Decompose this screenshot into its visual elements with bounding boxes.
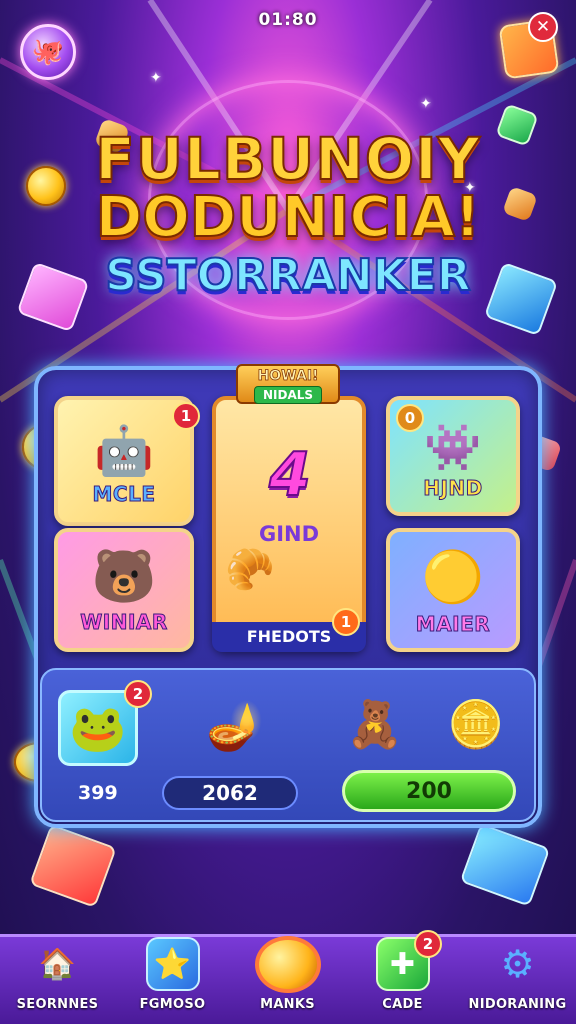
card-badge: 0	[396, 404, 424, 432]
gear-icon: ⚙	[500, 942, 535, 986]
nav-item-shop[interactable]: ⭐ FGMOSO	[115, 936, 230, 1024]
shop-icon: ⭐	[145, 937, 200, 991]
center-number: 4	[268, 439, 312, 511]
title-line-1: FULBUNOIY	[94, 125, 481, 193]
title-line-3: SSTORRANKER	[104, 250, 472, 301]
nav-badge: 2	[414, 930, 442, 958]
nav-item-home[interactable]: 🏠 SEORNNES	[0, 936, 115, 1024]
middle-value-pill[interactable]: 2062	[162, 776, 298, 810]
left-value: 399	[78, 782, 118, 804]
nav-label: SEORNNES	[16, 997, 99, 1012]
center-banner-title: HOWAI!	[257, 368, 319, 385]
sparkle-icon: ✦	[150, 70, 162, 86]
card-label: MCLE	[92, 482, 156, 507]
nav-label: CADE	[382, 997, 423, 1012]
sparkle-icon: ✦	[420, 96, 432, 112]
nav-label: FGMOSO	[139, 997, 206, 1012]
card-label: WINIAR	[80, 610, 168, 635]
nav-label: MANKS	[260, 997, 315, 1012]
blob-icon: 🟡	[421, 548, 485, 606]
card-winiar[interactable]: 🐻 WINIAR	[54, 528, 194, 652]
bear-toy-icon[interactable]: 🧸	[330, 682, 420, 766]
gem-icon	[29, 823, 117, 909]
card-label: HJND	[423, 476, 483, 501]
nav-item-settings[interactable]: ⚙ NIDORANING	[460, 936, 575, 1024]
nav-item-cards[interactable]: ✚ CADE	[345, 936, 460, 1024]
home-icon: 🏠	[38, 946, 77, 982]
avatar-button[interactable]: 🐙	[20, 24, 76, 80]
center-label: GIND	[258, 522, 320, 546]
collect-button[interactable]: 200	[342, 770, 516, 812]
title-line-2: DODUNICIA!	[95, 185, 482, 250]
lamp-icon[interactable]: 🪔	[190, 686, 280, 766]
close-button[interactable]: ✕	[528, 12, 558, 42]
clock: 01:80	[258, 10, 318, 30]
frog-badge: 2	[124, 680, 152, 708]
center-badge: 1	[332, 608, 360, 636]
card-badge: 1	[172, 402, 200, 430]
cart-icon[interactable]: 🪙	[434, 684, 518, 764]
center-banner-tag: NIDALS	[253, 386, 323, 404]
center-banner: HOWAI! NIDALS	[236, 364, 340, 404]
mascot-icon: 🐙	[31, 37, 65, 67]
robot-icon: 🤖	[94, 423, 154, 479]
nav-label: NIDORANING	[468, 997, 567, 1012]
game-title: FULBUNOIY DODUNICIA! SSTORRANKER	[0, 125, 576, 301]
coin-button-icon	[254, 936, 321, 993]
nav-item-main[interactable]: MANKS	[230, 936, 345, 1024]
card-label: MAIER	[415, 612, 491, 637]
gem-icon	[459, 823, 551, 907]
frog-icon: 🐸	[69, 700, 127, 755]
treasure-icon: 🥐	[225, 547, 275, 593]
card-maier[interactable]: 🟡 MAIER	[386, 528, 520, 652]
bear-icon: 🐻	[91, 547, 157, 607]
